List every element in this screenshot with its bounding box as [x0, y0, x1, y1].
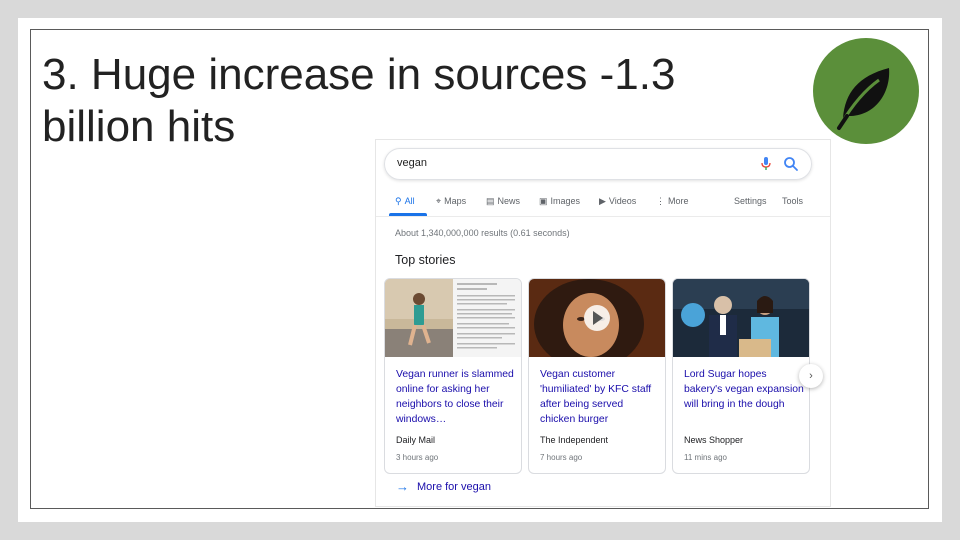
tab-tools[interactable]: Tools [782, 196, 803, 216]
news-card[interactable]: Lord Sugar hopes bakery's vegan expansio… [672, 278, 810, 474]
news-card[interactable]: Vegan runner is slammed online for askin… [384, 278, 522, 474]
more-vertical-icon: ⋮ [656, 196, 665, 206]
chevron-right-icon: › [809, 370, 813, 382]
news-time: 11 mins ago [684, 453, 727, 462]
arrow-right-icon: → [396, 479, 409, 494]
video-icon: ▶ [599, 196, 606, 206]
tab-maps[interactable]: ⌖ Maps [436, 196, 466, 216]
news-time: 3 hours ago [396, 453, 439, 462]
tab-news[interactable]: ▤ News [486, 196, 520, 216]
news-source: The Independent [540, 435, 609, 445]
news-icon: ▤ [486, 196, 495, 206]
search-box[interactable]: vegan [384, 148, 812, 180]
results-count: About 1,340,000,000 results (0.61 second… [395, 228, 570, 238]
tab-videos[interactable]: ▶ Videos [599, 196, 636, 216]
more-for-vegan-link[interactable]: → More for vegan [396, 479, 491, 494]
leaf-badge [813, 38, 919, 144]
tab-images[interactable]: ▣ Images [539, 196, 580, 216]
news-source: News Shopper [684, 435, 744, 445]
leaf-icon [837, 68, 890, 130]
news-source: Daily Mail [396, 435, 436, 445]
tab-settings[interactable]: Settings [734, 196, 767, 216]
news-card[interactable]: Vegan customer 'humiliated' by KFC staff… [528, 278, 666, 474]
tabs-divider [376, 216, 830, 217]
image-icon: ▣ [539, 196, 548, 206]
search-input[interactable]: vegan [397, 157, 427, 169]
search-icon[interactable] [783, 156, 799, 172]
next-stories-button[interactable]: › [799, 364, 823, 388]
mic-icon[interactable] [759, 156, 773, 172]
search-icon: ⚲ [395, 196, 402, 206]
news-thumbnail [529, 279, 665, 357]
news-time: 7 hours ago [540, 453, 583, 462]
news-thumbnail [673, 279, 809, 357]
news-thumbnail [385, 279, 521, 357]
news-headline[interactable]: Vegan customer 'humiliated' by KFC staff… [540, 367, 660, 427]
google-results-screenshot: vegan ⚲ All ⌖ Maps ▤ News ▣ Images ▶ Vid… [375, 139, 831, 507]
slide-title: 3. Huge increase in sources -1.3 billion… [42, 49, 762, 153]
map-pin-icon: ⌖ [436, 196, 442, 206]
title-line-1: 3. Huge increase in sources -1.3 [42, 50, 676, 99]
top-stories-heading: Top stories [395, 253, 456, 267]
more-link-label: More for vegan [417, 480, 491, 493]
news-headline[interactable]: Lord Sugar hopes bakery's vegan expansio… [684, 367, 804, 412]
tab-more[interactable]: ⋮ More [656, 196, 689, 216]
news-headline[interactable]: Vegan runner is slammed online for askin… [396, 367, 516, 427]
search-tabs: ⚲ All ⌖ Maps ▤ News ▣ Images ▶ Videos ⋮ … [376, 192, 830, 216]
